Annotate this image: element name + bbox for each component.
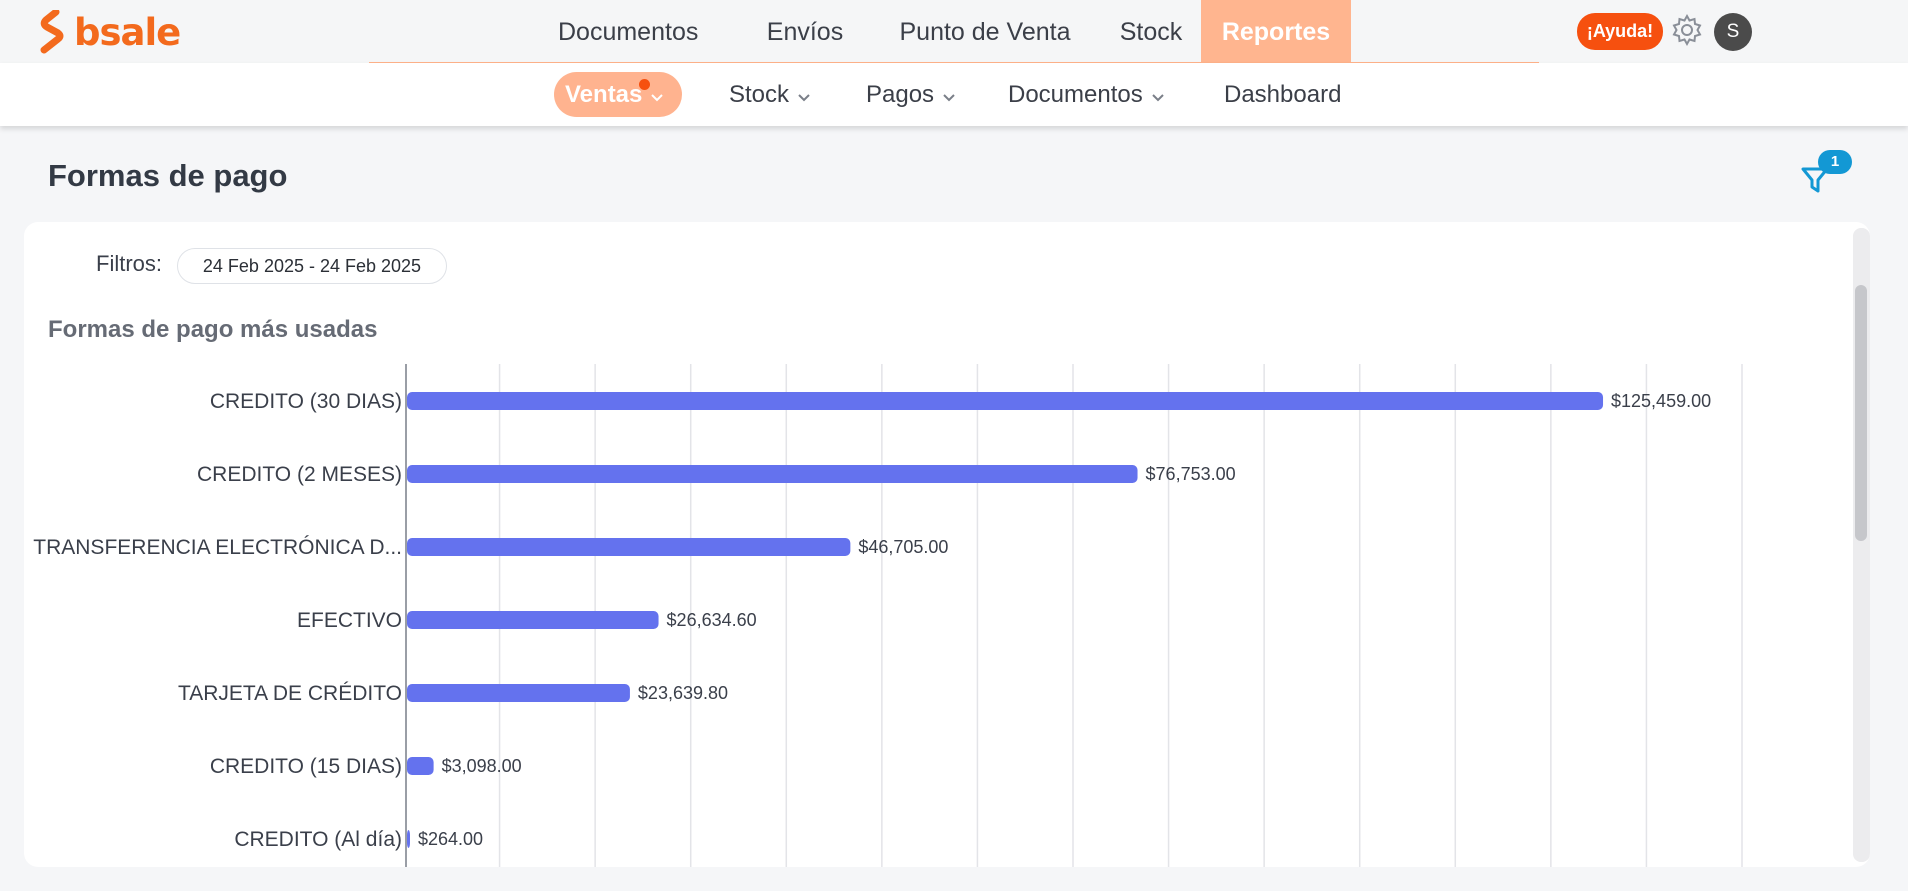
value-label: $26,634.60 (667, 610, 757, 630)
filter-count-badge: 1 (1818, 150, 1852, 174)
scrollbar-thumb[interactable] (1855, 285, 1867, 541)
chevron-down-icon (1152, 93, 1164, 101)
bar[interactable] (407, 611, 659, 629)
payment-methods-bar-chart: CREDITO (30 DIAS) $125,459.00 CREDITO (2 M… (33, 364, 1743, 867)
page-title: Formas de pago (48, 158, 288, 193)
sub-nav: Ventas Stock Pagos Documentos Dashboard (0, 63, 1908, 126)
bar[interactable] (407, 757, 434, 775)
notification-dot (639, 79, 650, 90)
category-label: TARJETA DE CRÉDITO (178, 682, 402, 705)
bar[interactable] (407, 392, 1604, 410)
bar[interactable] (407, 684, 630, 702)
category-label: EFECTIVO (297, 609, 402, 632)
category-label: CREDITO (2 MESES) (197, 463, 402, 486)
sub-nav-documentos-label: Documentos (1008, 81, 1143, 108)
value-label: $46,705.00 (858, 537, 948, 557)
sub-nav-stock[interactable]: Stock (729, 63, 811, 126)
sub-nav-dashboard[interactable]: Dashboard (1224, 63, 1341, 126)
main-nav-punto-de-venta[interactable]: Punto de Venta (889, 0, 1081, 62)
sub-nav-ventas-label: Ventas (565, 81, 643, 108)
bsale-logo[interactable]: bsale (38, 10, 181, 54)
category-label: TRANSFERENCIA ELECTRÓNICA D... (33, 536, 402, 559)
main-nav-reportes[interactable]: Reportes (1201, 0, 1351, 62)
sub-nav-documentos[interactable]: Documentos (1008, 63, 1165, 126)
category-label: CREDITO (Al día) (234, 828, 402, 851)
chevron-down-icon (651, 93, 664, 101)
category-label: CREDITO (15 DIAS) (210, 755, 402, 778)
value-label: $125,459.00 (1611, 391, 1711, 411)
bar[interactable] (407, 538, 851, 556)
sub-nav-pagos-label: Pagos (866, 81, 935, 108)
category-label: CREDITO (30 DIAS) (210, 390, 402, 413)
main-nav-stock[interactable]: Stock (1114, 0, 1188, 62)
report-card: Filtros: 24 Feb 2025 - 24 Feb 2025 Forma… (24, 222, 1870, 867)
gear-icon[interactable] (1670, 13, 1704, 47)
bar[interactable] (407, 830, 410, 848)
help-button[interactable]: ¡Ayuda! (1577, 13, 1663, 50)
bar[interactable] (407, 465, 1138, 483)
main-nav: Documentos Envíos Punto de Venta Stock R… (369, 0, 1539, 65)
sub-nav-ventas[interactable]: Ventas (565, 63, 664, 126)
top-bar: bsale Documentos Envíos Punto de Venta S… (0, 0, 1908, 65)
value-label: $76,753.00 (1146, 464, 1236, 484)
chevron-down-icon (943, 93, 955, 101)
main-nav-documentos[interactable]: Documentos (558, 0, 698, 62)
bsale-logo-text: bsale (74, 10, 181, 54)
main-nav-envios[interactable]: Envíos (764, 0, 846, 62)
user-avatar[interactable]: S (1714, 13, 1752, 51)
value-label: $264.00 (418, 829, 483, 849)
sub-nav-dashboard-label: Dashboard (1224, 81, 1342, 108)
chevron-down-icon (798, 93, 810, 101)
value-label: $23,639.80 (638, 683, 728, 703)
value-label: $3,098.00 (442, 756, 522, 776)
sub-nav-pagos[interactable]: Pagos (866, 63, 956, 126)
bsale-logo-mark-icon (40, 10, 64, 54)
sub-nav-stock-label: Stock (729, 81, 790, 108)
